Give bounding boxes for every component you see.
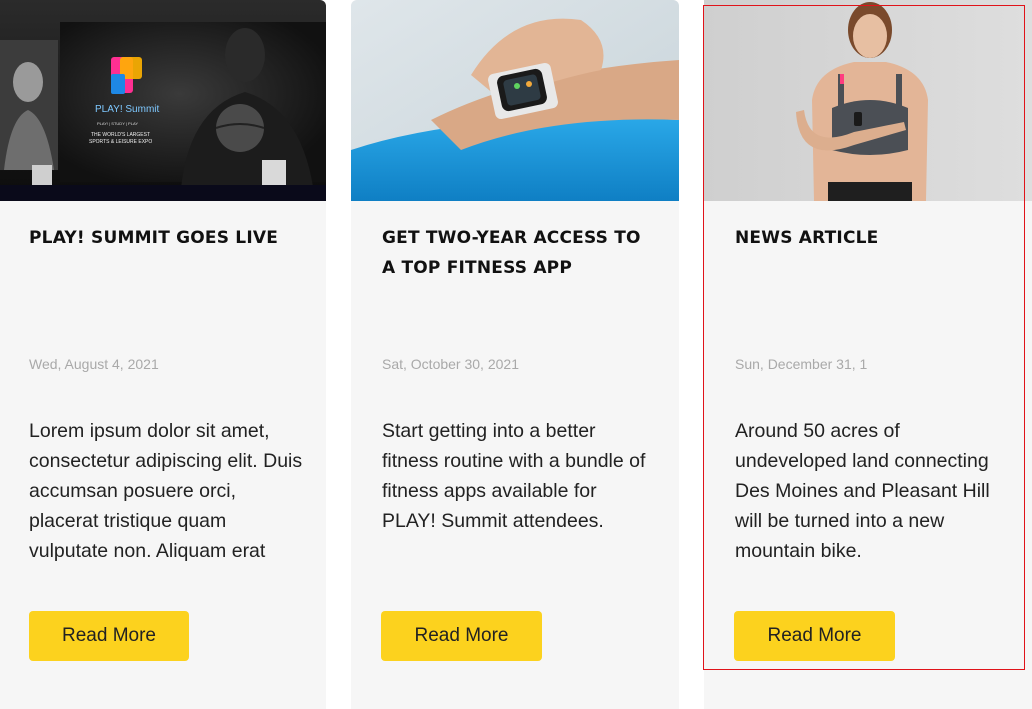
news-card-fitness-app: GET TWO-YEAR ACCESS TO A TOP FITNESS APP… xyxy=(351,0,679,709)
stage-screen-logo-text: PLAY! Summit xyxy=(95,104,160,115)
card-date: Sat, October 30, 2021 xyxy=(382,356,519,372)
read-more-button[interactable]: Read More xyxy=(381,611,542,661)
card-date: Wed, August 4, 2021 xyxy=(29,356,159,372)
card-excerpt: Around 50 acres of undeveloped land conn… xyxy=(735,420,990,562)
news-card-play-summit: PLAY! Summit PLAY! | STUDY | PLAY THE WO… xyxy=(0,0,326,709)
stage-screen-small-text: PLAY! | STUDY | PLAY xyxy=(97,121,138,126)
card-image-summit-stage: PLAY! Summit PLAY! | STUDY | PLAY THE WO… xyxy=(0,0,326,201)
card-image-fitness-woman xyxy=(704,0,1032,201)
read-more-button[interactable]: Read More xyxy=(29,611,189,661)
news-card-news-article: NEWS ARTICLE Sun, December 31, 1 Around … xyxy=(704,0,1032,709)
card-image-smartwatch xyxy=(351,0,679,201)
read-more-button[interactable]: Read More xyxy=(734,611,895,661)
stage-screen-tagline-2: SPORTS & LEISURE EXPO xyxy=(89,139,153,145)
card-date: Sun, December 31, 1 xyxy=(735,356,868,372)
card-title: NEWS ARTICLE xyxy=(735,228,879,248)
stage-screen-tagline-1: THE WORLD'S LARGEST xyxy=(91,132,151,138)
card-excerpt: Start getting into a better fitness rout… xyxy=(382,420,646,532)
card-title: PLAY! SUMMIT GOES LIVE xyxy=(29,228,279,248)
card-title: GET TWO-YEAR ACCESS TO A TOP FITNESS APP xyxy=(382,228,641,278)
card-excerpt: Lorem ipsum dolor sit amet, consectetur … xyxy=(29,420,303,562)
